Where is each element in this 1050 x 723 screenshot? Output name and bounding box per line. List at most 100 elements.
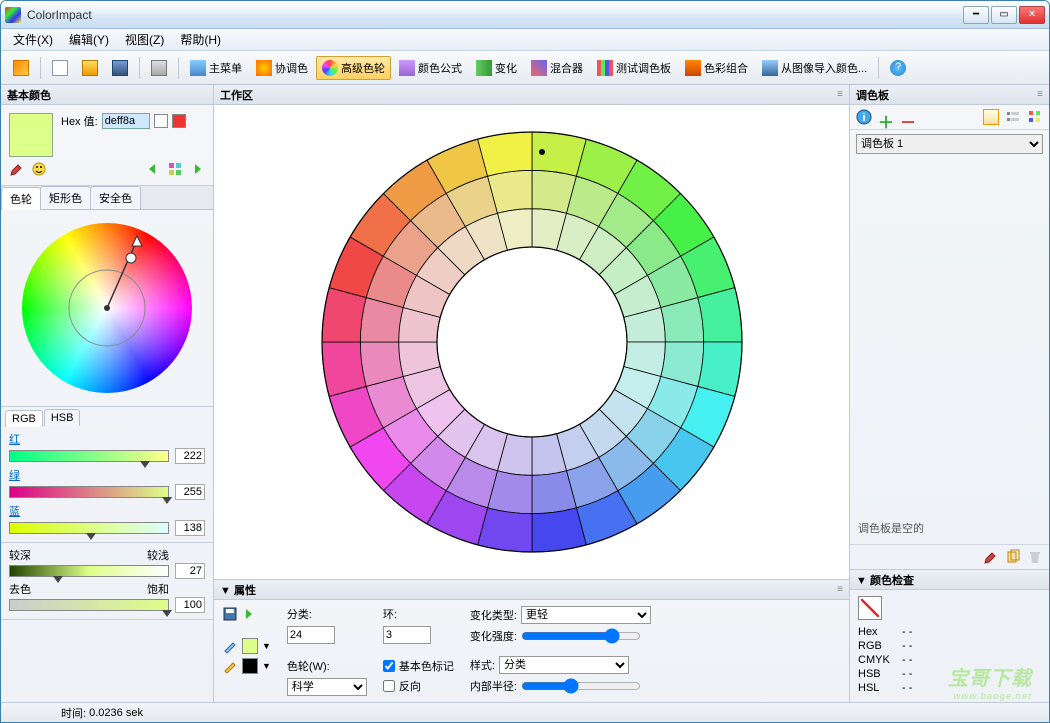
remove-icon[interactable]: －: [900, 109, 916, 125]
inner-radius-slider[interactable]: [521, 679, 641, 693]
tool-open[interactable]: [76, 56, 104, 80]
slider-b[interactable]: [9, 522, 169, 534]
reverse-label: 反向: [399, 678, 421, 694]
maximize-button[interactable]: ▭: [991, 6, 1017, 24]
inspect-hsl-label: HSL: [858, 682, 894, 694]
base-marker-checkbox[interactable]: [383, 660, 395, 672]
wand-icon[interactable]: [222, 638, 238, 654]
view-grid-icon[interactable]: [1027, 109, 1043, 125]
inner-radius-label: 内部半径:: [470, 678, 517, 694]
inspect-hex-label: Hex: [858, 626, 894, 638]
tab-rgb[interactable]: RGB: [5, 410, 43, 427]
properties-header: ▼ 属性≡: [214, 580, 849, 600]
pencil-color-swatch[interactable]: [242, 658, 258, 674]
slider-saturation[interactable]: [9, 599, 169, 611]
tool-import[interactable]: [7, 56, 35, 80]
slider-b-value[interactable]: [175, 520, 205, 536]
category-label: 分类:: [287, 606, 312, 622]
save-props-icon[interactable]: [222, 606, 238, 622]
inspect-rgb-label: RGB: [858, 640, 894, 652]
tool-harmony[interactable]: 协调色: [250, 56, 314, 80]
slider-g-label: 绿: [9, 470, 20, 482]
view-large-icon[interactable]: [983, 109, 999, 125]
pencil-icon[interactable]: [222, 658, 238, 674]
slider-lightness[interactable]: [9, 565, 169, 577]
palette-select[interactable]: 调色板 1: [856, 134, 1043, 154]
basic-color-header: 基本颜色: [1, 85, 213, 105]
small-color-wheel[interactable]: [1, 210, 213, 407]
slider-r-label: 红: [9, 434, 20, 446]
slider-g-value[interactable]: [175, 484, 205, 500]
menu-view[interactable]: 视图(Z): [119, 29, 170, 50]
palette-empty-text: 调色板是空的: [858, 520, 924, 536]
workspace[interactable]: [214, 105, 849, 579]
slider-g[interactable]: [9, 486, 169, 498]
inspect-hsb-label: HSB: [858, 668, 894, 680]
slider-r[interactable]: [9, 450, 169, 462]
hex-swatch-white[interactable]: [154, 114, 168, 128]
eyedropper-icon[interactable]: [9, 161, 25, 177]
style-combo[interactable]: 分类: [499, 656, 629, 674]
export-props-icon[interactable]: [242, 606, 258, 622]
advanced-color-wheel[interactable]: [302, 112, 762, 572]
hex-input[interactable]: [102, 113, 150, 129]
slider-r-value[interactable]: [175, 448, 205, 464]
change-strength-label: 变化强度:: [470, 628, 517, 644]
trash-icon[interactable]: [1027, 549, 1043, 565]
menu-edit[interactable]: 编辑(Y): [63, 29, 115, 50]
tool-test-palette[interactable]: 测试调色板: [591, 56, 677, 80]
inspect-cmyk-val: - -: [902, 654, 912, 666]
tool-save[interactable]: [106, 56, 134, 80]
change-strength-slider[interactable]: [521, 629, 641, 643]
add-icon[interactable]: ＋: [878, 109, 894, 125]
base-color-marker[interactable]: [539, 149, 545, 155]
tool-import-image[interactable]: 从图像导入颜色...: [756, 56, 873, 80]
palette-header: 调色板≡: [850, 85, 1049, 105]
ring-spinner[interactable]: [383, 626, 431, 644]
view-list-icon[interactable]: [1005, 109, 1021, 125]
lightness-value[interactable]: [175, 563, 205, 579]
tool-mainmenu[interactable]: 主菜单: [184, 56, 248, 80]
hex-swatch-red[interactable]: [172, 114, 186, 128]
inspect-header: ▼ 颜色检查: [850, 570, 1049, 590]
menu-help[interactable]: 帮助(H): [174, 29, 227, 50]
info-icon[interactable]: i: [856, 109, 872, 125]
inspect-hex-val: - -: [902, 626, 912, 638]
wheel-type-combo[interactable]: 科学: [287, 678, 367, 696]
smiley-icon[interactable]: [31, 161, 47, 177]
tab-rect[interactable]: 矩形色: [40, 186, 91, 209]
inspect-rgb-val: - -: [902, 640, 912, 652]
tool-print[interactable]: [145, 56, 173, 80]
base-color-swatch[interactable]: [9, 113, 53, 157]
minimize-button[interactable]: ━: [963, 6, 989, 24]
palette-empty-area: 调色板是空的: [850, 158, 1049, 544]
base-marker-label: 基本色标记: [399, 658, 454, 674]
toolbar: 主菜单 协调色 高级色轮 颜色公式 变化 混合器 测试调色板 色彩组合 从图像导…: [1, 51, 1049, 85]
copy-icon[interactable]: [1005, 549, 1021, 565]
tool-formula[interactable]: 颜色公式: [393, 56, 468, 80]
menu-file[interactable]: 文件(X): [7, 29, 59, 50]
arrow-left-green-icon[interactable]: [145, 161, 161, 177]
inspect-hsl-val: - -: [902, 682, 912, 694]
tab-wheel[interactable]: 色轮: [1, 187, 41, 210]
menubar: 文件(X) 编辑(Y) 视图(Z) 帮助(H): [1, 29, 1049, 51]
tool-advanced-wheel[interactable]: 高级色轮: [316, 56, 391, 80]
grid-icon[interactable]: [167, 161, 183, 177]
inspect-cmyk-label: CMYK: [858, 654, 894, 666]
tab-hsb[interactable]: HSB: [44, 409, 81, 426]
eyedropper2-icon[interactable]: [983, 549, 999, 565]
wand-color-swatch[interactable]: [242, 638, 258, 654]
tool-help[interactable]: ?: [884, 56, 912, 80]
change-type-combo[interactable]: 更轻: [521, 606, 651, 624]
window-title: ColorImpact: [27, 8, 963, 22]
arrow-right-green-icon[interactable]: [189, 161, 205, 177]
category-spinner[interactable]: [287, 626, 335, 644]
tool-color-combo[interactable]: 色彩组合: [679, 56, 754, 80]
tab-safe[interactable]: 安全色: [90, 186, 141, 209]
tool-variation[interactable]: 变化: [470, 56, 523, 80]
saturation-value[interactable]: [175, 597, 205, 613]
tool-new[interactable]: [46, 56, 74, 80]
close-button[interactable]: ✕: [1019, 6, 1045, 24]
tool-mixer[interactable]: 混合器: [525, 56, 589, 80]
reverse-checkbox[interactable]: [383, 680, 395, 692]
